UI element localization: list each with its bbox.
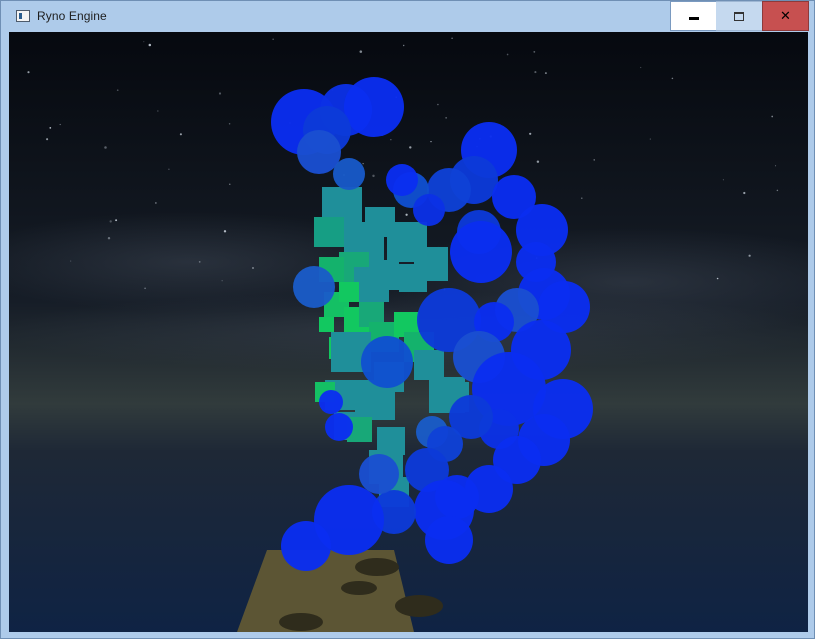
- star: [70, 260, 72, 262]
- sphere: [325, 413, 353, 441]
- close-button[interactable]: ✕: [762, 1, 809, 31]
- star: [771, 115, 774, 118]
- star: [157, 110, 159, 112]
- cube: [414, 247, 448, 281]
- star: [49, 127, 52, 129]
- sphere: [293, 266, 335, 308]
- star: [372, 174, 375, 178]
- star: [390, 139, 392, 141]
- sphere: [281, 521, 331, 571]
- star: [409, 146, 412, 149]
- star: [229, 183, 231, 185]
- star: [59, 123, 61, 126]
- sphere: [319, 390, 343, 414]
- star: [748, 254, 751, 257]
- star: [221, 280, 223, 282]
- star: [228, 122, 231, 125]
- star: [716, 277, 719, 280]
- app-window-icon[interactable]: [16, 10, 30, 22]
- sphere: [359, 454, 399, 494]
- star: [107, 236, 111, 240]
- star: [671, 77, 674, 80]
- app-window: Ryno Engine ✕: [0, 0, 815, 639]
- terrain-spot: [395, 595, 443, 617]
- star: [451, 37, 453, 40]
- star: [27, 71, 30, 74]
- star: [143, 41, 145, 43]
- star: [168, 168, 170, 170]
- cube: [414, 350, 444, 380]
- title-bar[interactable]: Ryno Engine ✕: [1, 1, 814, 32]
- star: [148, 43, 152, 47]
- terrain-spot: [279, 613, 323, 631]
- star: [445, 117, 447, 119]
- sphere: [413, 194, 445, 226]
- star: [593, 159, 595, 161]
- minimize-button[interactable]: [670, 1, 716, 31]
- sphere: [425, 516, 473, 564]
- star: [536, 160, 540, 163]
- maximize-icon: [734, 11, 744, 21]
- star: [272, 38, 274, 40]
- star: [506, 53, 509, 56]
- star: [155, 202, 157, 204]
- scene-canvas: [9, 32, 808, 632]
- star: [722, 179, 724, 181]
- star: [534, 71, 537, 74]
- maximize-button[interactable]: [716, 1, 762, 31]
- star: [529, 132, 532, 135]
- cube: [369, 260, 399, 290]
- cube: [319, 317, 334, 332]
- cube: [339, 282, 359, 302]
- star: [743, 191, 746, 195]
- star: [115, 219, 118, 222]
- star: [116, 89, 119, 92]
- star: [402, 44, 405, 47]
- star: [430, 141, 432, 143]
- star: [437, 103, 439, 106]
- star: [533, 51, 536, 53]
- sphere: [386, 164, 418, 196]
- sphere: [297, 130, 341, 174]
- star: [218, 92, 222, 95]
- terrain-spot: [341, 581, 377, 595]
- star: [198, 261, 201, 263]
- minimize-icon: [688, 16, 699, 20]
- star: [544, 72, 547, 75]
- star: [252, 267, 254, 269]
- sphere: [361, 336, 413, 388]
- star: [405, 213, 408, 216]
- star: [359, 50, 363, 53]
- star: [640, 66, 642, 69]
- star: [776, 189, 779, 192]
- sphere: [344, 77, 404, 137]
- star: [223, 230, 227, 233]
- star: [179, 133, 182, 136]
- star: [775, 165, 777, 167]
- star: [581, 197, 583, 199]
- star: [104, 146, 107, 149]
- star: [362, 163, 364, 165]
- window-title: Ryno Engine: [37, 9, 107, 23]
- cube: [314, 217, 344, 247]
- sphere: [450, 221, 512, 283]
- terrain-spot: [355, 558, 399, 576]
- star: [109, 220, 112, 223]
- close-icon: ✕: [780, 8, 791, 24]
- render-viewport[interactable]: [9, 32, 808, 632]
- star: [649, 138, 651, 140]
- star: [46, 138, 49, 141]
- star: [144, 287, 146, 290]
- sphere: [333, 158, 365, 190]
